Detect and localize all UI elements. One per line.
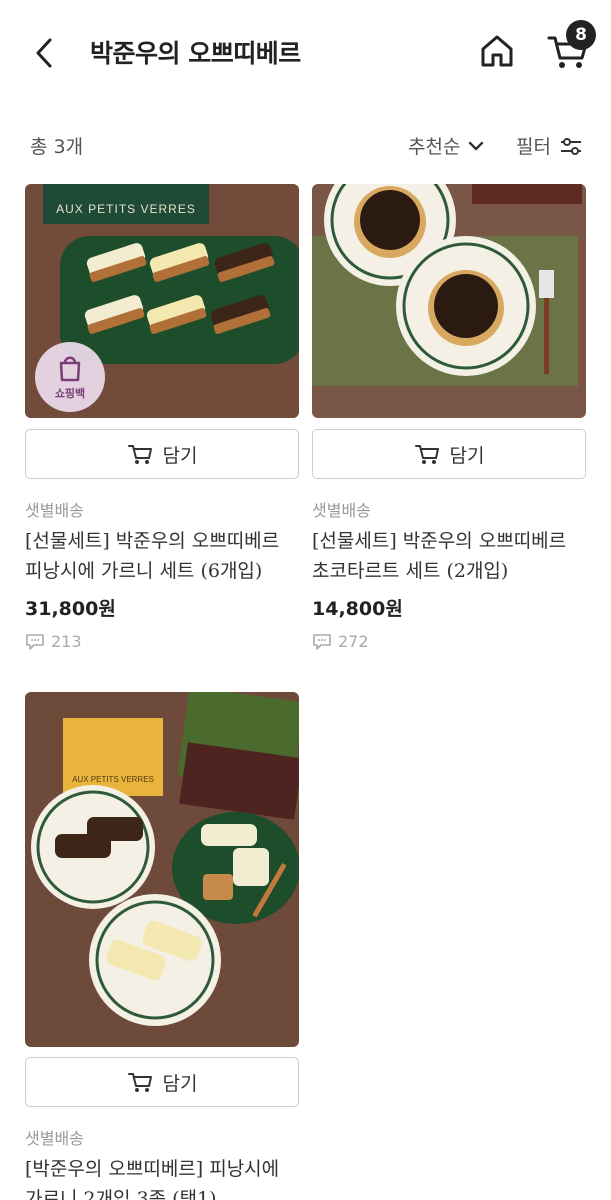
page-title: 박준우의 오쁘띠베르: [90, 39, 301, 68]
home-icon: [481, 35, 513, 67]
shopping-bag-icon: [59, 356, 81, 382]
product-name-line2[interactable]: 피낭시에 가르니 세트 (6개입): [25, 556, 315, 586]
add-to-cart-label: 담기: [162, 444, 198, 467]
review-count: 272: [312, 632, 369, 651]
filter-sliders-icon: [560, 137, 581, 155]
add-to-cart-button[interactable]: 담기: [25, 1057, 299, 1107]
delivery-type: 샛별배송: [25, 501, 84, 520]
product-name-line2[interactable]: 초코타르트 세트 (2개입): [312, 556, 602, 586]
cart-count-badge: 8: [566, 20, 596, 50]
product-price: 14,800원: [312, 598, 403, 620]
comment-icon: [26, 633, 44, 650]
filter-label: 필터: [516, 136, 551, 158]
app-header: 박준우의 오쁘띠베르 8: [0, 0, 611, 104]
product-card[interactable]: 담기 샛별배송 [선물세트] 박준우의 오쁘띠베르 초코타르트 세트 (2개입)…: [312, 184, 586, 664]
product-name-line1[interactable]: [선물세트] 박준우의 오쁘띠베르: [25, 526, 315, 556]
cart-icon: [127, 445, 152, 464]
comment-icon: [313, 633, 331, 650]
brand-text: AUX PETITS VERRES: [56, 202, 196, 216]
back-button[interactable]: [30, 36, 60, 70]
brand-text: AUX PETITS VERRES: [72, 775, 154, 784]
product-card[interactable]: AUX PETITS VERRES 담기 샛별배송 [박준우의 오쁘띠베르] 피…: [25, 692, 299, 1200]
add-to-cart-label: 담기: [162, 1072, 198, 1095]
shopping-bag-label: 쇼핑백: [54, 387, 86, 400]
chevron-down-icon: [469, 141, 484, 150]
cart-icon: [414, 445, 439, 464]
add-to-cart-button[interactable]: 담기: [25, 429, 299, 479]
review-count-value: 213: [51, 632, 82, 651]
filter-button[interactable]: 필터: [516, 132, 583, 159]
review-count: 213: [25, 632, 82, 651]
product-image[interactable]: [312, 184, 586, 418]
sort-dropdown[interactable]: 추천순: [408, 132, 484, 159]
total-count: 총 3개: [30, 136, 84, 158]
delivery-type: 샛별배송: [312, 501, 371, 520]
sort-label: 추천순: [408, 136, 461, 158]
cart-icon: [127, 1073, 152, 1092]
filter-bar: 총 3개 추천순 필터: [0, 120, 611, 168]
product-image[interactable]: AUX PETITS VERRES 쇼핑백: [25, 184, 299, 418]
product-name-line1[interactable]: [박준우의 오쁘띠베르] 피낭시에: [25, 1154, 315, 1184]
review-count-value: 272: [338, 632, 369, 651]
add-to-cart-button[interactable]: 담기: [312, 429, 586, 479]
shopping-bag-badge: 쇼핑백: [35, 342, 105, 412]
product-image[interactable]: AUX PETITS VERRES: [25, 692, 299, 1047]
product-name-line1[interactable]: [선물세트] 박준우의 오쁘띠베르: [312, 526, 602, 556]
product-card[interactable]: AUX PETITS VERRES 쇼핑백 담기 샛별배송 [선물세트] 박준우…: [25, 184, 299, 664]
product-name-line2[interactable]: 가르니 2개입 3종 (택1): [25, 1184, 315, 1200]
delivery-type: 샛별배송: [25, 1129, 84, 1148]
home-button[interactable]: [478, 32, 516, 70]
add-to-cart-label: 담기: [449, 444, 485, 467]
product-price: 31,800원: [25, 598, 116, 620]
chevron-left-icon: [36, 38, 52, 68]
